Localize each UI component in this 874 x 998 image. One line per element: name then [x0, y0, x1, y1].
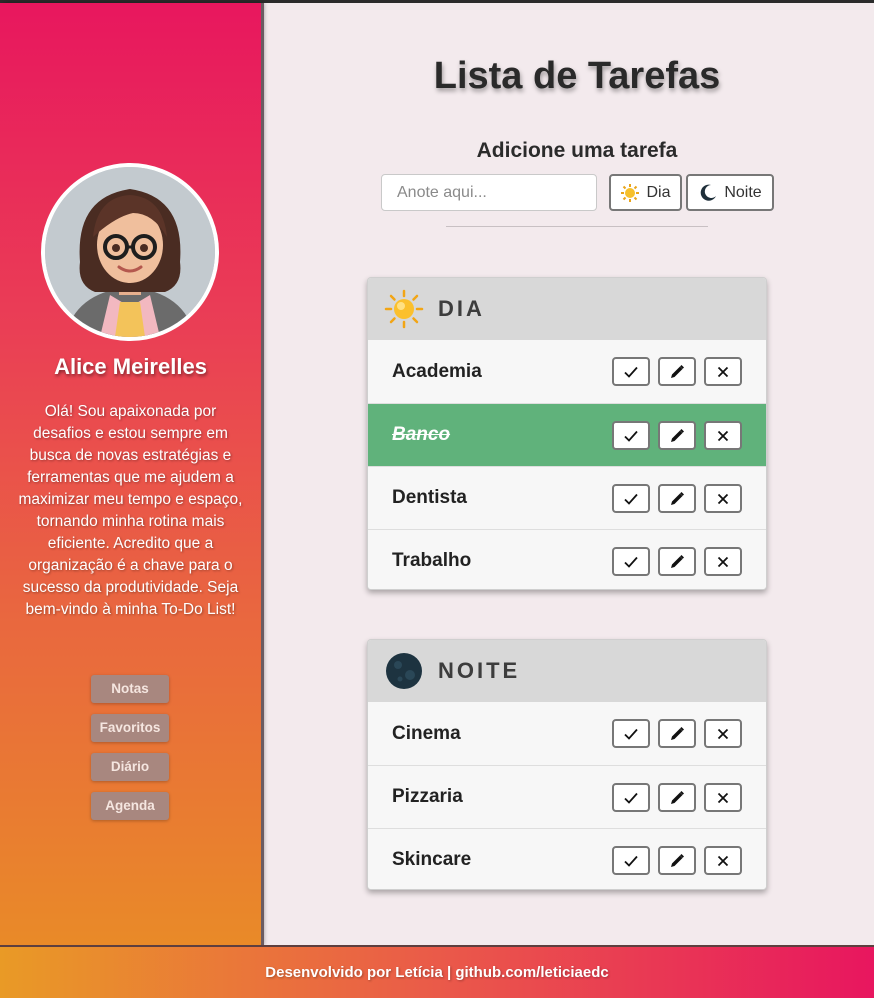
delete-task-button[interactable]: [704, 357, 742, 386]
nav-item-diario[interactable]: Diário: [91, 753, 169, 781]
moon-icon: [701, 184, 717, 201]
nav-item-notas[interactable]: Notas: [91, 675, 169, 703]
pencil-icon: [671, 428, 685, 442]
check-icon: [624, 556, 638, 568]
nav-item-favoritos[interactable]: Favoritos: [91, 714, 169, 742]
pencil-icon: [671, 364, 685, 378]
task-row: Pizzaria: [368, 765, 766, 828]
task-text: Skincare: [392, 849, 472, 870]
pencil-icon: [671, 853, 685, 867]
add-task-label: Adicione uma tarefa: [476, 139, 678, 162]
task-row: Skincare: [368, 828, 766, 889]
sun-icon: [384, 289, 424, 329]
night-task-card: NOITE Cinema Pizzaria Skincare: [367, 639, 767, 890]
profile-name: Alice Meirelles: [54, 354, 207, 379]
page-title: Lista de Tarefas: [433, 55, 721, 97]
add-day-label: Dia: [646, 183, 671, 201]
nav-item-agenda[interactable]: Agenda: [91, 792, 169, 820]
add-night-button[interactable]: Noite: [686, 174, 774, 211]
edit-task-button[interactable]: [658, 846, 696, 875]
task-row: Banco: [368, 403, 766, 466]
close-icon: [717, 556, 729, 567]
task-row: Dentista: [368, 466, 766, 529]
edit-task-button[interactable]: [658, 547, 696, 576]
close-icon: [717, 855, 729, 866]
delete-task-button[interactable]: [704, 846, 742, 875]
edit-task-button[interactable]: [658, 357, 696, 386]
close-icon: [717, 792, 729, 803]
complete-task-button[interactable]: [612, 719, 650, 748]
edit-task-button[interactable]: [658, 783, 696, 812]
task-row: Cinema: [368, 702, 766, 765]
sidebar-nav: Notas Favoritos Diário Agenda: [91, 675, 169, 831]
complete-task-button[interactable]: [612, 846, 650, 875]
close-icon: [717, 366, 729, 377]
task-row: Trabalho: [368, 529, 766, 589]
check-icon: [624, 855, 638, 867]
close-icon: [717, 430, 729, 441]
sun-icon: [621, 183, 640, 202]
complete-task-button[interactable]: [612, 783, 650, 812]
night-card-header: NOITE: [368, 640, 766, 702]
complete-task-button[interactable]: [612, 547, 650, 576]
check-icon: [624, 728, 638, 740]
complete-task-button[interactable]: [612, 484, 650, 513]
task-actions: [612, 783, 742, 812]
check-icon: [624, 493, 638, 505]
day-card-header: DIA: [368, 278, 766, 340]
night-card-title: NOITE: [438, 658, 521, 683]
pencil-icon: [671, 554, 685, 568]
delete-task-button[interactable]: [704, 719, 742, 748]
edit-task-button[interactable]: [658, 719, 696, 748]
complete-task-button[interactable]: [612, 357, 650, 386]
task-actions: [612, 719, 742, 748]
pencil-icon: [671, 726, 685, 740]
task-actions: [612, 846, 742, 875]
pencil-icon: [671, 491, 685, 505]
footer: Desenvolvido por Letícia | github.com/le…: [0, 945, 874, 998]
task-text: Cinema: [392, 722, 461, 744]
divider: [446, 226, 708, 227]
add-day-button[interactable]: Dia: [609, 174, 682, 211]
edit-task-button[interactable]: [658, 484, 696, 513]
task-text: Dentista: [392, 487, 467, 508]
task-row: Academia: [368, 340, 766, 403]
close-icon: [717, 493, 729, 504]
avatar: [41, 163, 219, 341]
delete-task-button[interactable]: [704, 547, 742, 576]
check-icon: [624, 430, 638, 442]
task-actions: [612, 547, 742, 576]
task-text: Academia: [392, 360, 482, 382]
night-task-list: Cinema Pizzaria Skincare: [368, 702, 766, 889]
profile-bio: Olá! Sou apaixonada por desafios e estou…: [18, 403, 243, 618]
sidebar: Alice Meirelles Olá! Sou apaixonada por …: [0, 3, 261, 945]
add-night-label: Noite: [724, 183, 762, 201]
task-text: Pizzaria: [392, 786, 463, 807]
task-text: Banco: [392, 424, 451, 445]
pencil-icon: [671, 790, 685, 804]
task-actions: [612, 357, 742, 386]
day-task-card: DIA Academia Banco Dentista Trabalho: [367, 277, 767, 590]
delete-task-button[interactable]: [704, 421, 742, 450]
task-actions: [612, 484, 742, 513]
edit-task-button[interactable]: [658, 421, 696, 450]
day-task-list: Academia Banco Dentista Trabalho: [368, 340, 766, 589]
day-card-title: DIA: [438, 296, 485, 321]
task-actions: [612, 421, 742, 450]
task-input[interactable]: [381, 174, 597, 211]
check-icon: [624, 792, 638, 804]
check-icon: [624, 366, 638, 378]
footer-text: Desenvolvido por Letícia | github.com/le…: [265, 964, 609, 981]
moon-icon: [386, 653, 422, 689]
task-text: Trabalho: [392, 550, 472, 571]
complete-task-button[interactable]: [612, 421, 650, 450]
delete-task-button[interactable]: [704, 783, 742, 812]
avatar-image: [45, 167, 215, 337]
close-icon: [717, 728, 729, 739]
delete-task-button[interactable]: [704, 484, 742, 513]
